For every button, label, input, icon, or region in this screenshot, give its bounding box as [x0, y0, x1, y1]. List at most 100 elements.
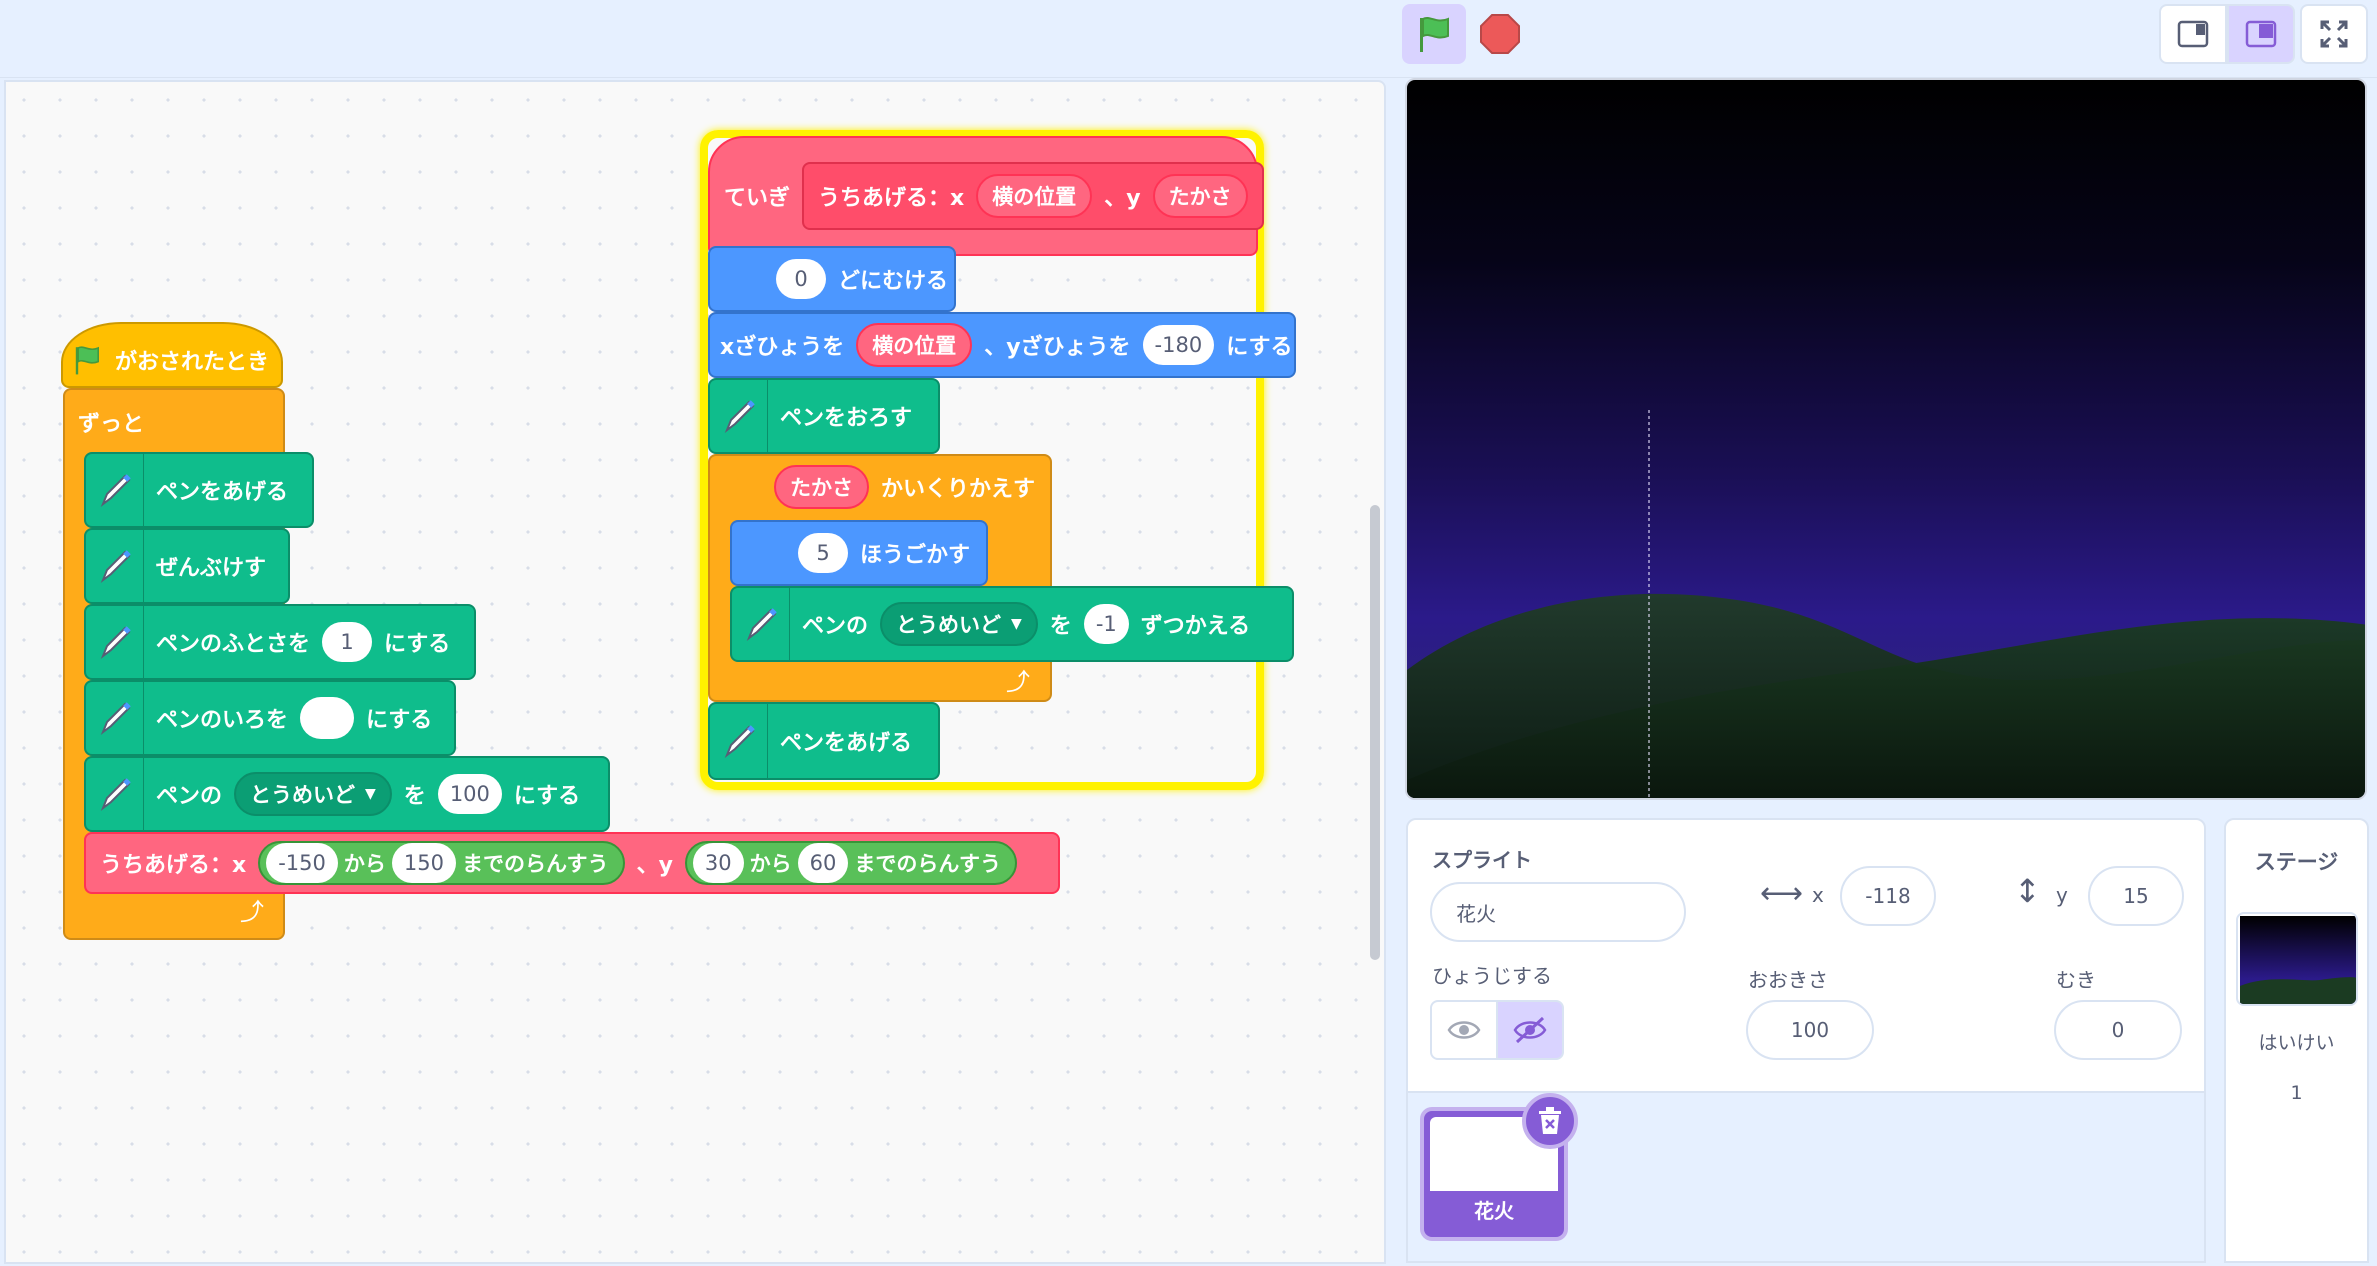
pen-down-block[interactable]: ペンをおろす [708, 378, 940, 454]
stage-scene [1407, 410, 2365, 798]
erase-all-block[interactable]: ぜんぶけす [84, 528, 290, 604]
arg-x-reporter[interactable]: 横の位置 [976, 174, 1093, 218]
stage-target-pane[interactable]: ステージ はいけい 1 [2224, 818, 2369, 1263]
green-flag-icon [1420, 17, 1449, 52]
show-label: ひょうじする [1432, 964, 1552, 988]
goto-y-input[interactable]: -180 [1142, 325, 1215, 365]
repeat-count-reporter[interactable]: たかさ [774, 465, 869, 509]
x-label: x [1812, 883, 1824, 907]
move-steps-label: ほうごかす [860, 543, 971, 568]
arg-y-reporter[interactable]: たかさ [1152, 174, 1248, 218]
pen-size-input[interactable]: 1 [322, 622, 373, 662]
forever-label-wrap: ずっと [72, 392, 150, 452]
set-pen-param-block[interactable]: ペンの とうめいど ▼ を 100 にする [84, 756, 610, 832]
goto-x-arg-reporter[interactable]: 横の位置 [856, 323, 973, 367]
when-flag-clicked-block[interactable]: がおされたとき [61, 322, 283, 388]
stage-canvas[interactable] [1405, 78, 2367, 800]
sprite-name-input[interactable]: 花火 [1430, 882, 1686, 942]
prototype-name: うちあげる：x [818, 186, 965, 211]
size-label: おおきさ [1748, 968, 1828, 992]
change-pen-param-suffix: ずつかえる [1140, 614, 1251, 639]
random-y-reporter[interactable]: 30 から 60 までのらんすう [684, 841, 1017, 885]
random-x-kara-label: から [343, 852, 386, 876]
code-area-scrollbar[interactable] [1370, 505, 1380, 960]
backdrops-count: 1 [2290, 1082, 2303, 1104]
random-y-kara-label: から [749, 852, 792, 876]
trash-icon [1539, 1107, 1561, 1134]
change-pen-param-dropdown[interactable]: とうめいど ▼ [880, 602, 1038, 646]
random-x-to-input[interactable]: 150 [391, 843, 456, 883]
change-pen-param-block[interactable]: ペンの とうめいど ▼ を -1 ずつかえる [730, 586, 1294, 662]
small-stage-icon [2177, 20, 2209, 48]
direction-input[interactable]: 0 [776, 259, 826, 299]
stage-thumbnail-image [2240, 916, 2356, 1004]
small-stage-button[interactable] [2159, 4, 2227, 64]
set-pen-color-block[interactable]: ペンのいろを にする [84, 680, 456, 756]
pen-param-dropdown[interactable]: とうめいど ▼ [234, 772, 392, 816]
pen-icon [710, 704, 768, 778]
set-pen-size-block[interactable]: ペンのふとさを 1 にする [84, 604, 476, 680]
random-y-made-label: までのらんすう [854, 852, 1001, 876]
normal-stage-icon [2245, 20, 2277, 48]
point-direction-label: どにむける [838, 269, 949, 294]
x-arrows-icon: ⟷ [1760, 876, 1804, 911]
goto-xy-block[interactable]: xざひょうを 横の位置 、yざひょうを -180 にする [708, 312, 1296, 378]
pen-icon [732, 588, 790, 660]
backdrops-label: はいけい [2258, 1032, 2335, 1054]
define-block[interactable]: ていぎ うちあげる：x 横の位置 、y たかさ [708, 136, 1264, 256]
goto-suffix: にする [1226, 335, 1293, 360]
erase-all-label: ぜんぶけす [156, 556, 267, 581]
hat-label: がおされたとき [115, 350, 270, 375]
pen-up-label: ペンをあげる [780, 731, 913, 756]
random-x-reporter[interactable]: -150 から 150 までのらんすう [258, 841, 625, 885]
sprite-info-panel: スプライト 花火 ⟷ x -118 ↕ y 15 ひょうじする おおきさ 100… [1406, 818, 2206, 1093]
pen-color-swatch[interactable] [300, 697, 355, 739]
show-sprite-button[interactable] [1430, 1000, 1498, 1060]
pen-param-input[interactable]: 100 [437, 774, 502, 814]
define-label: ていぎ [724, 186, 791, 211]
random-x-made-label: までのらんすう [461, 852, 609, 876]
eye-slash-icon [1513, 1016, 1547, 1044]
change-pen-param-mid: を [1049, 614, 1072, 639]
pen-icon [86, 454, 144, 526]
pen-icon [710, 380, 768, 452]
pen-icon [86, 682, 144, 754]
set-pen-color-suffix: にする [366, 708, 433, 733]
y-label: y [2056, 883, 2068, 907]
y-position-input[interactable]: 15 [2088, 866, 2184, 926]
change-pen-param-input[interactable]: -1 [1083, 604, 1129, 644]
stage-thumbnail[interactable] [2236, 912, 2358, 1006]
set-pen-size-suffix: にする [384, 632, 451, 657]
pen-up-block[interactable]: ペンをあげる [84, 452, 314, 528]
steps-input[interactable]: 5 [798, 533, 848, 573]
size-input[interactable]: 100 [1746, 1000, 1874, 1060]
set-pen-param-mid: を [403, 784, 426, 809]
pen-up-label: ペンをあげる [156, 480, 289, 505]
change-pen-param-label: ペンの [802, 614, 869, 639]
direction-input[interactable]: 0 [2054, 1000, 2182, 1060]
hide-sprite-button[interactable] [1496, 1000, 1564, 1060]
launch-call-y-label: 、y [636, 853, 673, 878]
normal-stage-button[interactable] [2227, 4, 2295, 64]
random-y-from-input[interactable]: 30 [692, 843, 744, 883]
point-direction-block[interactable]: 0 どにむける [708, 246, 956, 312]
repeat-header: たかさ かいくりかえす [708, 454, 1041, 520]
x-position-input[interactable]: -118 [1840, 866, 1936, 926]
set-pen-param-suffix: にする [513, 784, 581, 809]
move-steps-block[interactable]: 5 ほうごかす [730, 520, 988, 586]
define-prototype: うちあげる：x 横の位置 、y たかさ [802, 162, 1264, 230]
pen-up-block[interactable]: ペンをあげる [708, 702, 940, 780]
set-pen-size-label: ペンのふとさを [156, 632, 311, 657]
stop-button[interactable] [1468, 4, 1532, 64]
random-x-from-input[interactable]: -150 [266, 843, 338, 883]
fullscreen-icon [2320, 20, 2348, 48]
repeat-label: かいくりかえす [881, 477, 1036, 502]
launch-call-block[interactable]: うちあげる：x -150 から 150 までのらんすう 、y 30 から 60 … [84, 832, 1060, 894]
green-flag-icon [75, 346, 99, 375]
green-flag-button[interactable] [1402, 4, 1466, 64]
goto-y-label: 、yざひょうを [984, 335, 1131, 360]
random-y-to-input[interactable]: 60 [797, 843, 849, 883]
fullscreen-button[interactable] [2300, 4, 2368, 64]
delete-sprite-button[interactable] [1522, 1093, 1578, 1149]
code-workspace[interactable]: がおされたとき ずっと ⤴ ペンをあげる ぜんぶけす ペンのふとさを 1 にする… [4, 80, 1386, 1264]
